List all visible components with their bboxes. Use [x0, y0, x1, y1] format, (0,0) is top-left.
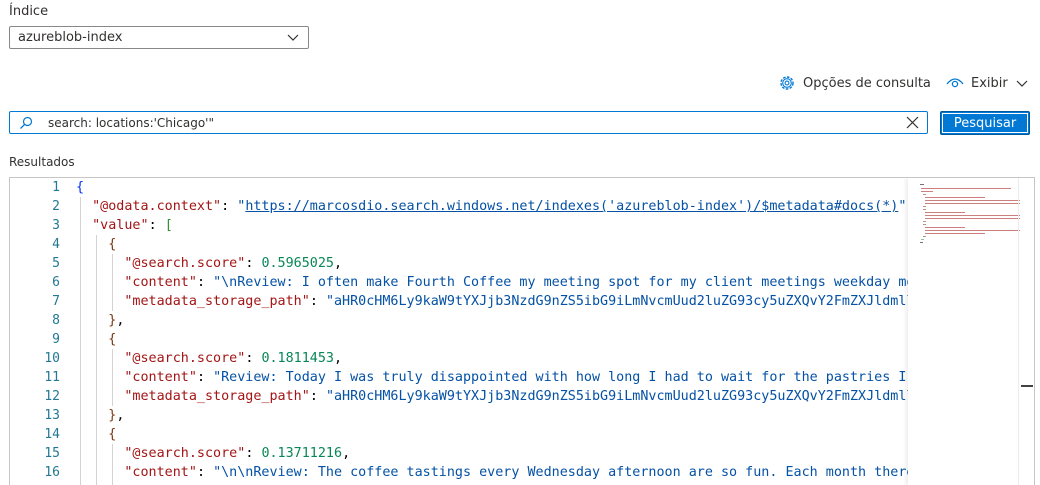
- minimap-line: [925, 233, 985, 234]
- minimap-line: [925, 230, 1020, 231]
- eye-icon: [946, 78, 964, 88]
- chevron-down-icon: [287, 34, 299, 41]
- code-line: },: [108, 408, 125, 423]
- code-line: "@search.score": 0.5965025,: [124, 256, 343, 271]
- line-number-gutter: 1 2 3 4 5 6 7 8 9 10 11 12 13 14 15 16: [10, 178, 65, 482]
- code-minimap[interactable]: [908, 178, 1020, 485]
- index-select-value: azureblob-index: [18, 30, 123, 45]
- results-label: Resultados: [9, 155, 75, 169]
- line-number: 1: [52, 180, 60, 195]
- line-number: 9: [52, 332, 60, 347]
- code-line: {: [108, 332, 117, 347]
- code-line: {: [76, 180, 85, 195]
- minimap-line: [920, 242, 923, 243]
- search-bar: [9, 111, 928, 134]
- code-line: "content": "\n\nReview: The coffee tasti…: [124, 465, 908, 480]
- view-button[interactable]: Exibir: [946, 73, 1028, 93]
- code-line: "@search.score": 0.1811453,: [124, 351, 343, 366]
- line-number: 4: [52, 237, 60, 252]
- line-number: 10: [44, 351, 60, 366]
- query-options-button[interactable]: Opções de consulta: [778, 73, 931, 93]
- code-line: {: [108, 237, 117, 252]
- results-editor[interactable]: 1 2 3 4 5 6 7 8 9 10 11 12 13 14 15 16 { "@odata.contex…: [9, 177, 1035, 485]
- minimap-line: [923, 209, 926, 210]
- minimap-line: [923, 221, 926, 222]
- minimap-line: [921, 239, 924, 240]
- code-line: "@search.score": 0.13711216,: [124, 446, 351, 461]
- code-line: },: [108, 313, 125, 328]
- minimap-line: [923, 236, 926, 237]
- minimap-line: [923, 194, 926, 195]
- line-number: 2: [52, 199, 60, 214]
- minimap-line: [923, 224, 926, 225]
- line-number: 5: [52, 256, 60, 271]
- index-select[interactable]: azureblob-index: [9, 26, 309, 49]
- chevron-down-icon: [1016, 80, 1028, 87]
- minimap-line: [925, 197, 985, 198]
- minimap-line: [925, 203, 1020, 204]
- code-line: "metadata_storage_path": "aHR0cHM6Ly9kaW…: [124, 294, 908, 309]
- view-label: Exibir: [971, 75, 1008, 91]
- close-icon[interactable]: [906, 116, 919, 129]
- code-line: "content": "\nReview: I often make Fourt…: [124, 275, 908, 290]
- minimap-line: [925, 200, 1020, 201]
- minimap-line: [925, 227, 965, 228]
- line-number: 8: [52, 313, 60, 328]
- code-line: "value": [: [92, 218, 173, 233]
- query-options-label: Opções de consulta: [803, 75, 931, 91]
- minimap-line: [925, 218, 1020, 219]
- line-number: 13: [44, 408, 60, 423]
- minimap-line: [920, 184, 924, 185]
- gear-icon: [780, 76, 794, 90]
- code-line: {: [108, 427, 117, 442]
- code-line: "content": "Review: Today I was truly di…: [124, 370, 907, 385]
- search-input[interactable]: [48, 113, 898, 132]
- code-line: "@odata.context": "https://marcosdio.sea…: [92, 199, 908, 214]
- line-number: 6: [52, 275, 60, 290]
- scrollbar-thumb[interactable]: [1021, 385, 1033, 387]
- line-number: 7: [52, 294, 60, 309]
- minimap-line: [925, 215, 1020, 216]
- line-number: 14: [44, 427, 60, 442]
- search-button[interactable]: Pesquisar: [940, 111, 1030, 135]
- minimap-line: [925, 212, 965, 213]
- index-label: Índice: [9, 4, 49, 19]
- line-number: 15: [44, 446, 60, 461]
- line-number: 16: [44, 465, 60, 480]
- line-number: 3: [52, 218, 60, 233]
- minimap-line: [921, 188, 1011, 189]
- search-icon: [20, 116, 33, 129]
- odata-context-link[interactable]: https://marcosdio.search.windows.net/ind…: [245, 199, 898, 214]
- json-code: { "@odata.context": "https://marcosdio.s…: [76, 178, 908, 482]
- line-number: 11: [44, 370, 60, 385]
- minimap-line: [921, 191, 933, 192]
- vertical-scrollbar[interactable]: [1018, 178, 1034, 485]
- line-number: 12: [44, 389, 60, 404]
- code-line: "metadata_storage_path": "aHR0cHM6Ly9kaW…: [124, 389, 908, 404]
- minimap-line: [923, 206, 926, 207]
